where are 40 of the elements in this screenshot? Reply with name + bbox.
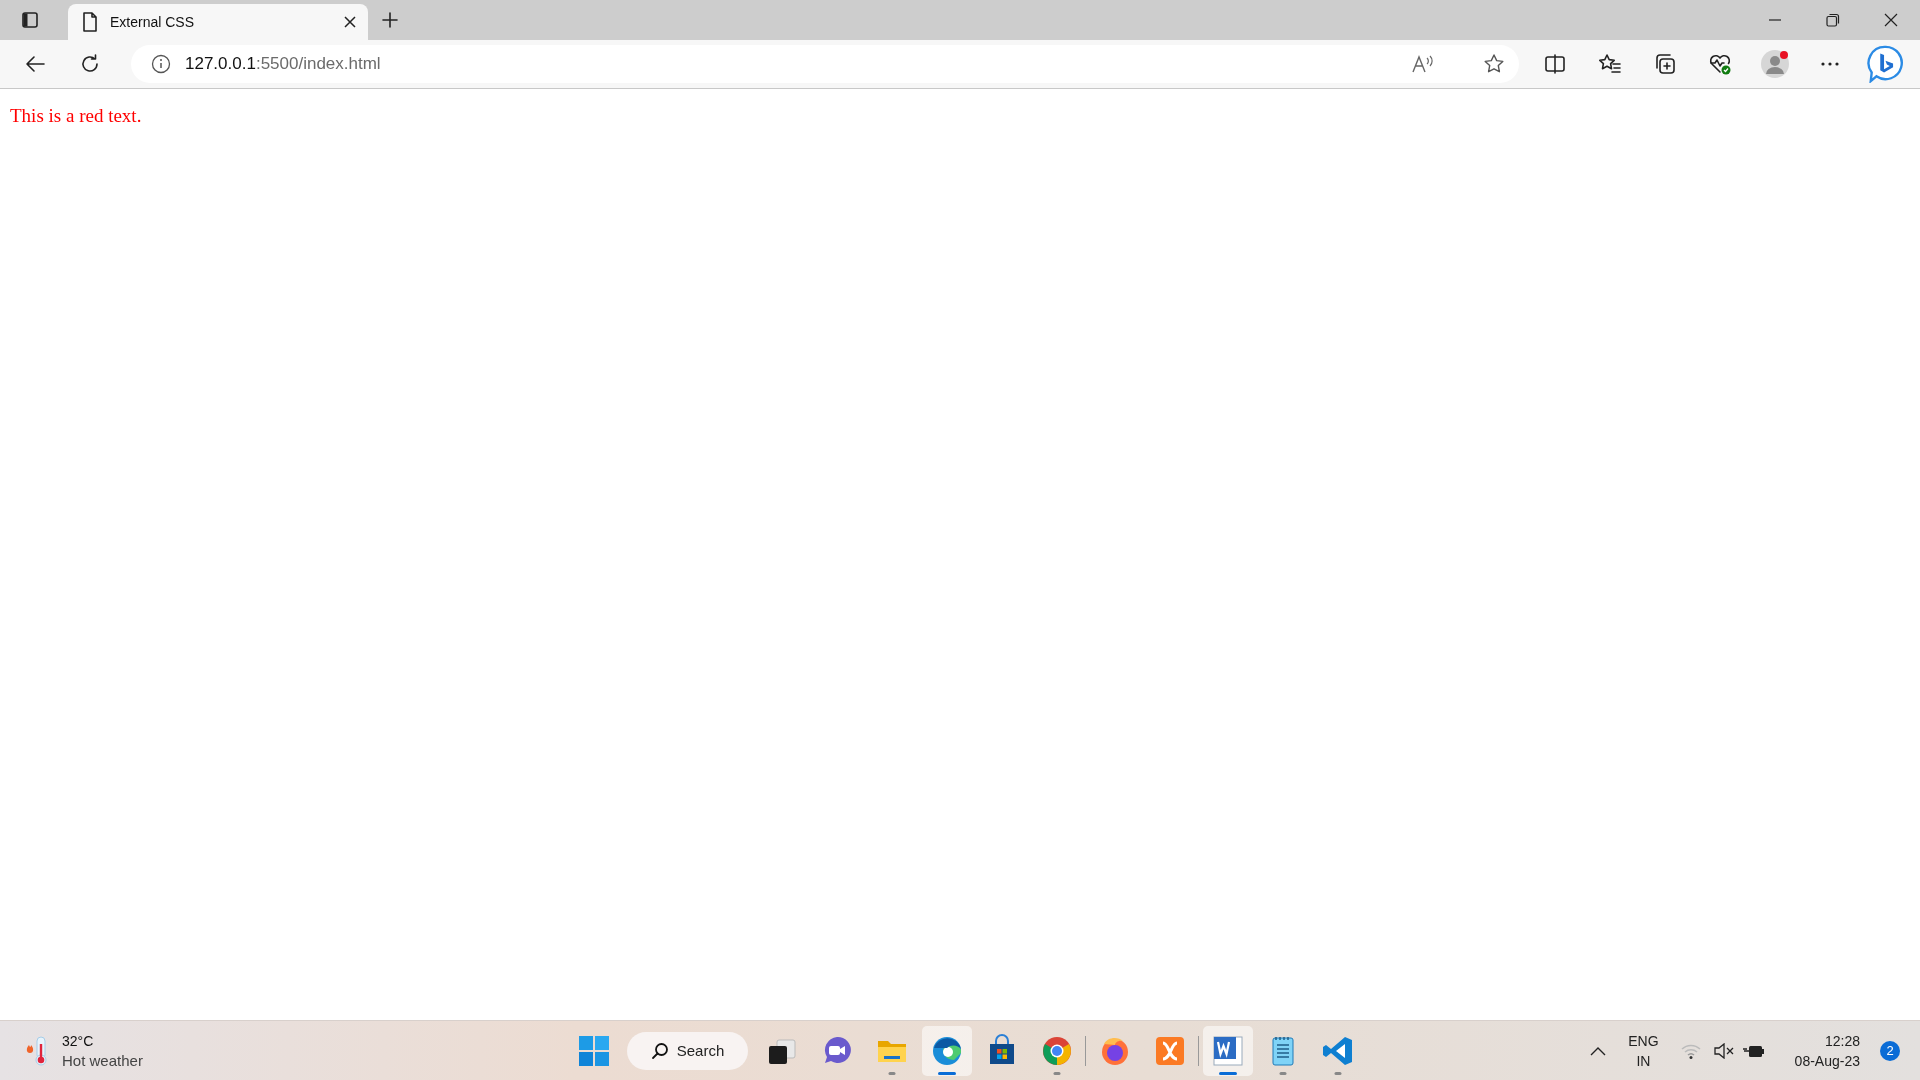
tab-actions-icon[interactable]: [21, 11, 39, 29]
search-button[interactable]: Search: [627, 1031, 748, 1070]
address-bar[interactable]: 127.0.0.1:5500/index.html: [131, 45, 1519, 83]
more-icon[interactable]: [1819, 61, 1840, 67]
document-icon[interactable]: [1210, 1033, 1245, 1068]
running-indicator: [888, 1071, 895, 1075]
running-indicator: [937, 1071, 956, 1075]
plus-icon[interactable]: [381, 11, 399, 29]
windows-logo-icon[interactable]: [578, 1035, 609, 1066]
browser-tab[interactable]: External CSS: [68, 4, 368, 40]
weather-condition-text[interactable]: Hot weather: [62, 1050, 143, 1071]
running-indicator: [1334, 1071, 1341, 1075]
close-icon[interactable]: [344, 16, 356, 28]
page-paragraph: This is a red text.: [10, 105, 142, 127]
restore-icon[interactable]: [1826, 13, 1840, 27]
chat-bubble-logo-icon[interactable]: [1865, 45, 1904, 83]
taskbar-app-button[interactable]: [921, 1025, 972, 1076]
page-icon[interactable]: [82, 12, 98, 32]
search-icon[interactable]: [650, 1041, 669, 1060]
clock-button[interactable]: 12:28 08-Aug-23: [1786, 1028, 1868, 1073]
running-indicator: [1053, 1071, 1060, 1075]
read-aloud-icon[interactable]: [1411, 54, 1435, 74]
back-arrow-icon[interactable]: [23, 53, 46, 75]
temperature-text[interactable]: 32°C: [62, 1030, 143, 1051]
chevron-up-icon[interactable]: [1590, 1045, 1607, 1056]
language-indicator[interactable]: ENG IN: [1620, 1028, 1667, 1073]
close-icon[interactable]: [1884, 13, 1898, 27]
info-icon[interactable]: [151, 54, 171, 74]
favorites-icon[interactable]: [1597, 53, 1622, 75]
notification-badge[interactable]: 2: [1880, 1040, 1900, 1061]
heart-pulse-icon[interactable]: [1707, 53, 1732, 75]
running-indicator: [1218, 1071, 1237, 1075]
running-indicator: [1279, 1071, 1286, 1075]
tab-title: External CSS: [110, 14, 196, 30]
wifi-icon[interactable]: [1680, 1042, 1701, 1059]
muted-speaker-icon[interactable]: [1712, 1042, 1735, 1059]
collections-icon[interactable]: [1653, 53, 1676, 75]
avatar-icon[interactable]: [1760, 50, 1789, 78]
split-screen-icon[interactable]: [1543, 54, 1566, 74]
star-icon[interactable]: [1483, 53, 1505, 75]
